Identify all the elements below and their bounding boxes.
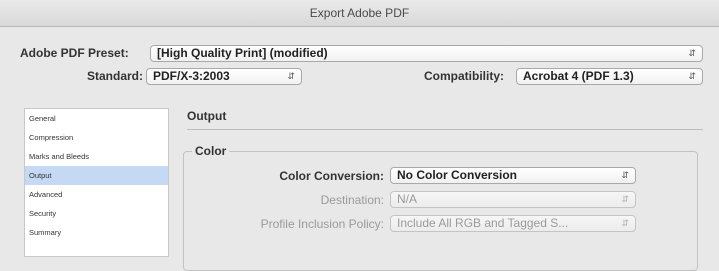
preset-select[interactable]: [High Quality Print] (modified) ⇵ (150, 45, 703, 62)
destination-label: Destination: (320, 193, 384, 207)
standard-label: Standard: (87, 69, 144, 83)
sidebar-item-security[interactable]: Security (25, 204, 168, 223)
compatibility-value: Acrobat 4 (PDF 1.3) (523, 69, 634, 83)
color-conversion-value: No Color Conversion (397, 168, 518, 182)
updown-arrows-icon: ⇵ (621, 194, 629, 204)
preset-label: Adobe PDF Preset: (20, 46, 129, 60)
updown-arrows-icon: ⇵ (688, 48, 696, 58)
updown-arrows-icon: ⇵ (621, 170, 629, 180)
sidebar-item-marks-and-bleeds[interactable]: Marks and Bleeds (25, 147, 168, 166)
color-group-legend: Color (192, 144, 230, 158)
preset-value: [High Quality Print] (modified) (157, 46, 328, 60)
color-conversion-label: Color Conversion: (279, 169, 384, 183)
sidebar-item-summary[interactable]: Summary (25, 223, 168, 242)
updown-arrows-icon: ⇵ (688, 71, 696, 81)
sidebar-item-compression[interactable]: Compression (25, 128, 168, 147)
category-list: General Compression Marks and Bleeds Out… (24, 108, 169, 257)
updown-arrows-icon: ⇵ (621, 218, 629, 228)
color-conversion-select[interactable]: No Color Conversion ⇵ (390, 167, 636, 184)
standard-select[interactable]: PDF/X-3:2003 ⇵ (146, 68, 302, 85)
section-divider (187, 129, 703, 130)
destination-value: N/A (397, 192, 418, 206)
profile-policy-value: Include All RGB and Tagged S... (397, 216, 569, 230)
section-title: Output (187, 109, 227, 123)
compatibility-select[interactable]: Acrobat 4 (PDF 1.3) ⇵ (516, 68, 703, 85)
sidebar-item-output[interactable]: Output (25, 166, 168, 185)
profile-policy-select[interactable]: Include All RGB and Tagged S... ⇵ (390, 215, 636, 232)
profile-policy-label: Profile Inclusion Policy: (260, 217, 384, 231)
sidebar-item-advanced[interactable]: Advanced (25, 185, 168, 204)
updown-arrows-icon: ⇵ (287, 71, 295, 81)
standard-value: PDF/X-3:2003 (153, 69, 230, 83)
destination-select[interactable]: N/A ⇵ (390, 191, 636, 208)
sidebar-item-general[interactable]: General (25, 109, 168, 128)
window-title: Export Adobe PDF (0, 0, 719, 27)
compatibility-label: Compatibility: (424, 69, 504, 83)
